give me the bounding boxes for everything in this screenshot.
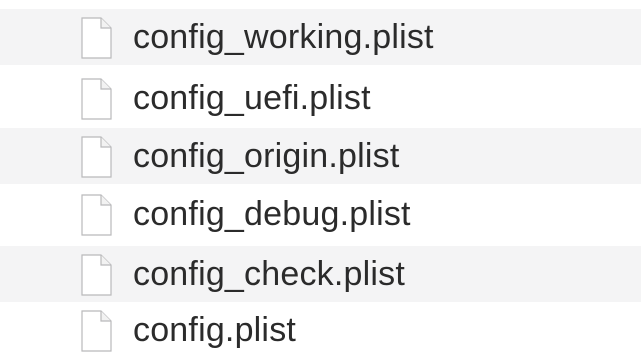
file-name: config_origin.plist: [133, 137, 400, 175]
document-icon: [81, 17, 112, 59]
file-name: config_debug.plist: [133, 195, 411, 233]
file-name: config_check.plist: [133, 255, 405, 293]
document-icon: [81, 194, 112, 236]
file-row[interactable]: config_check.plist: [0, 246, 641, 302]
file-row[interactable]: config_uefi.plist: [0, 70, 641, 126]
file-name: config_uefi.plist: [133, 79, 371, 117]
file-row[interactable]: config.plist: [0, 302, 641, 358]
file-name: config.plist: [133, 311, 297, 349]
document-icon: [81, 310, 112, 352]
document-icon: [81, 136, 112, 178]
file-name: config_working.plist: [133, 18, 434, 56]
file-row[interactable]: config_debug.plist: [0, 186, 641, 242]
file-row[interactable]: config_working.plist: [0, 9, 641, 65]
document-icon: [81, 78, 112, 120]
file-list: config_working.plist config_uefi.plist c…: [0, 0, 641, 358]
file-row[interactable]: config_origin.plist: [0, 128, 641, 184]
document-icon: [81, 254, 112, 296]
